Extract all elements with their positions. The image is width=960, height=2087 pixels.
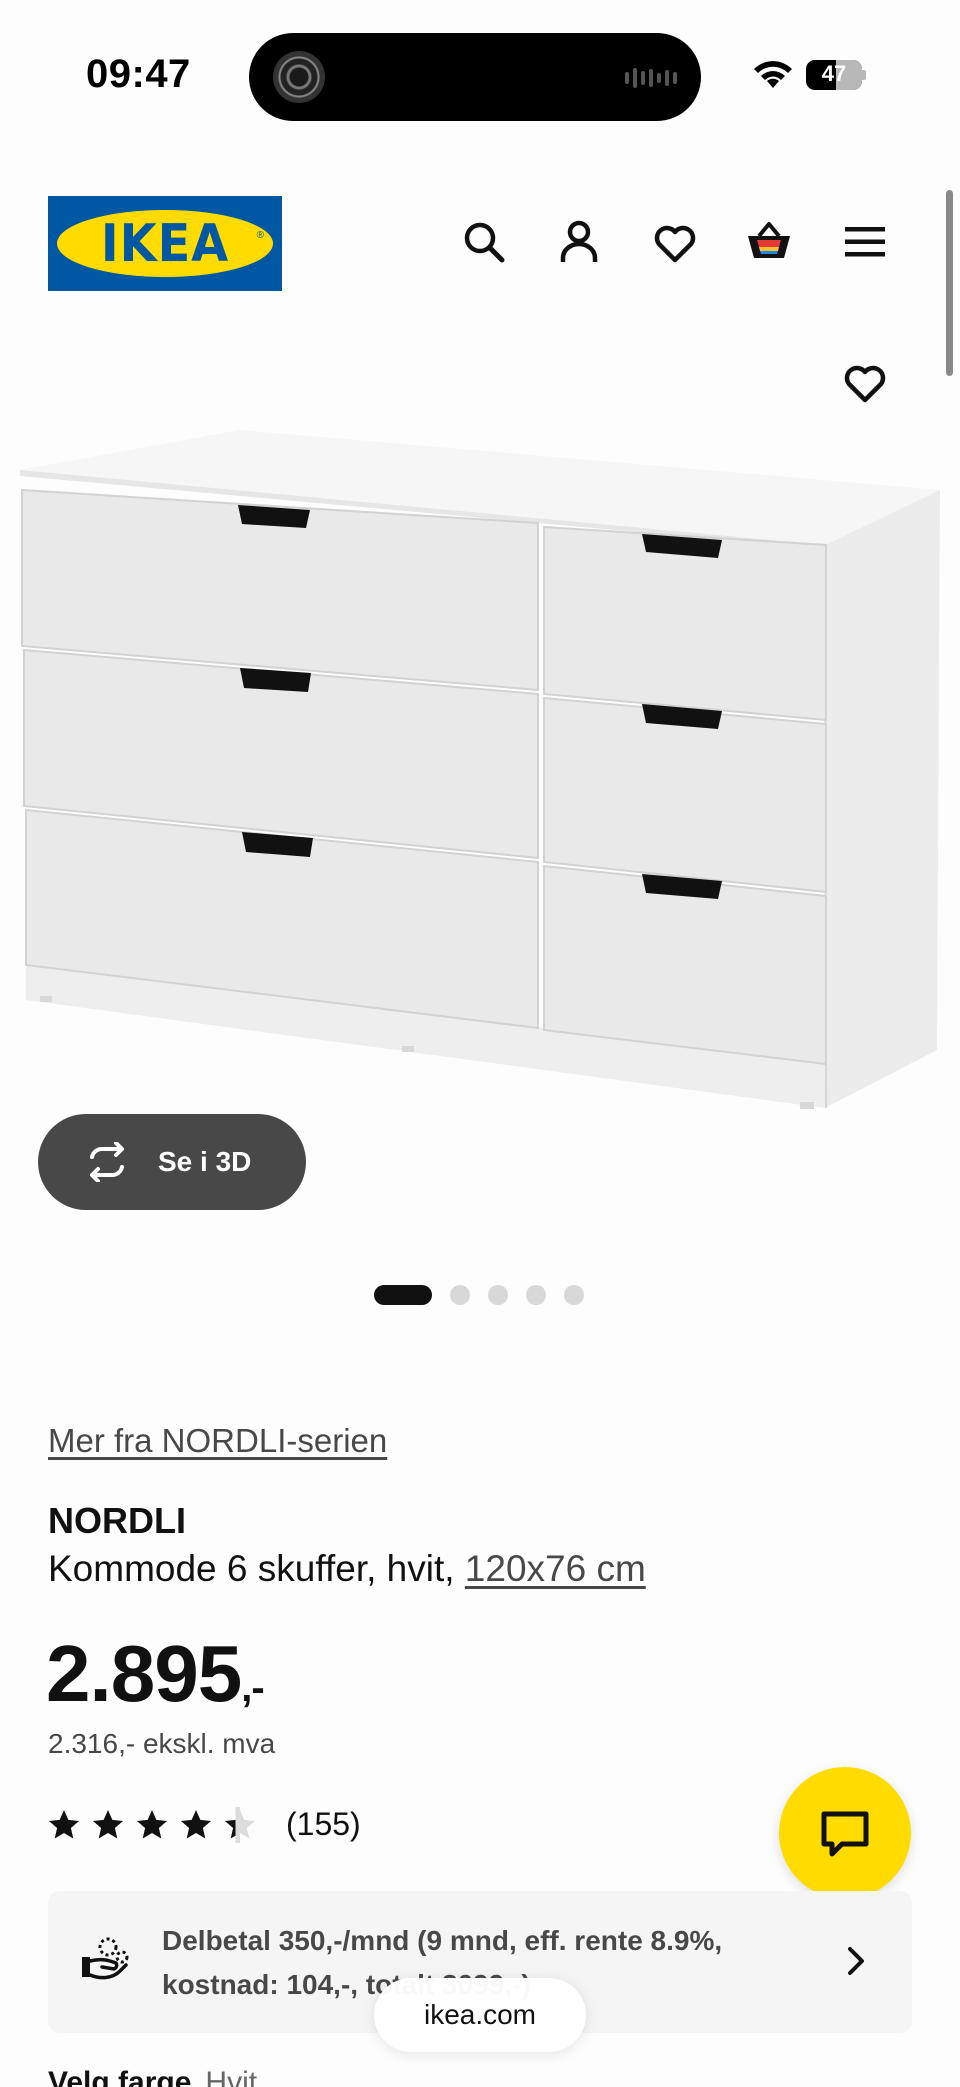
- page-scrollbar[interactable]: [946, 190, 953, 376]
- price-value: 2.895: [46, 1629, 242, 1718]
- product-page: 09:47 47 IKEA ® Se i 3D Mer fra NORDLI-s…: [0, 0, 960, 2087]
- star-full-icon: [181, 1809, 211, 1838]
- installment-line-1: Delbetal 350,-/mnd (9 mnd, eff. rente 8.…: [162, 1925, 723, 1956]
- rotate-3d-icon: [90, 1142, 124, 1182]
- chat-button[interactable]: [779, 1767, 911, 1899]
- color-selector[interactable]: Velg farge Hvit: [48, 2066, 257, 2087]
- product-rating[interactable]: (155): [46, 1806, 361, 1843]
- product-price: 2.895,-: [46, 1628, 265, 1720]
- ikea-logo[interactable]: IKEA ®: [48, 196, 282, 291]
- star-full-icon: [49, 1809, 79, 1838]
- search-icon[interactable]: [460, 218, 508, 266]
- price-excl-vat: 2.316,- ekskl. mva: [48, 1728, 276, 1759]
- product-size-link[interactable]: 120x76 cm: [465, 1548, 646, 1589]
- browser-url-bar[interactable]: ikea.com: [374, 1978, 586, 2052]
- payment-hand-icon: [82, 1937, 129, 1980]
- carousel-dot-3[interactable]: [488, 1285, 508, 1305]
- view-in-3d-button[interactable]: Se i 3D: [38, 1114, 306, 1210]
- status-time: 09:47: [86, 52, 191, 96]
- product-name: NORDLI: [48, 1500, 186, 1541]
- product-description: Kommode 6 skuffer, hvit, 120x76 cm: [48, 1548, 646, 1590]
- star-half-icon: [225, 1806, 255, 1843]
- series-link[interactable]: Mer fra NORDLI-serien: [48, 1422, 387, 1460]
- menu-icon[interactable]: [841, 218, 889, 266]
- battery-percent: 47: [821, 61, 847, 86]
- add-to-wishlist-icon[interactable]: [841, 358, 889, 406]
- carousel-indicator: [374, 1284, 584, 1306]
- wishlist-icon[interactable]: [651, 218, 699, 266]
- view-in-3d-label: Se i 3D: [158, 1146, 252, 1177]
- carousel-dot-4[interactable]: [526, 1285, 546, 1305]
- basket-icon[interactable]: [745, 218, 793, 266]
- battery-icon: 47: [806, 60, 866, 90]
- carousel-dot-2[interactable]: [450, 1285, 470, 1305]
- account-icon[interactable]: [555, 218, 603, 266]
- wifi-icon: [754, 61, 792, 88]
- product-description-text: Kommode 6 skuffer, hvit,: [48, 1548, 465, 1589]
- dynamic-island: [249, 33, 701, 121]
- camera-icon: [273, 51, 325, 103]
- color-selector-value: Hvit: [205, 2066, 258, 2087]
- review-count: (155): [286, 1806, 361, 1842]
- color-selector-label: Velg farge: [48, 2066, 192, 2087]
- chevron-right-icon: [848, 1947, 864, 1975]
- product-image[interactable]: [0, 420, 960, 1120]
- audio-waveform-icon: [625, 67, 677, 89]
- carousel-dot-5[interactable]: [564, 1285, 584, 1305]
- star-full-icon: [93, 1809, 123, 1838]
- star-full-icon: [137, 1809, 167, 1838]
- carousel-dot-1[interactable]: [374, 1285, 432, 1305]
- price-suffix: ,-: [241, 1666, 264, 1710]
- chat-icon: [821, 1811, 869, 1857]
